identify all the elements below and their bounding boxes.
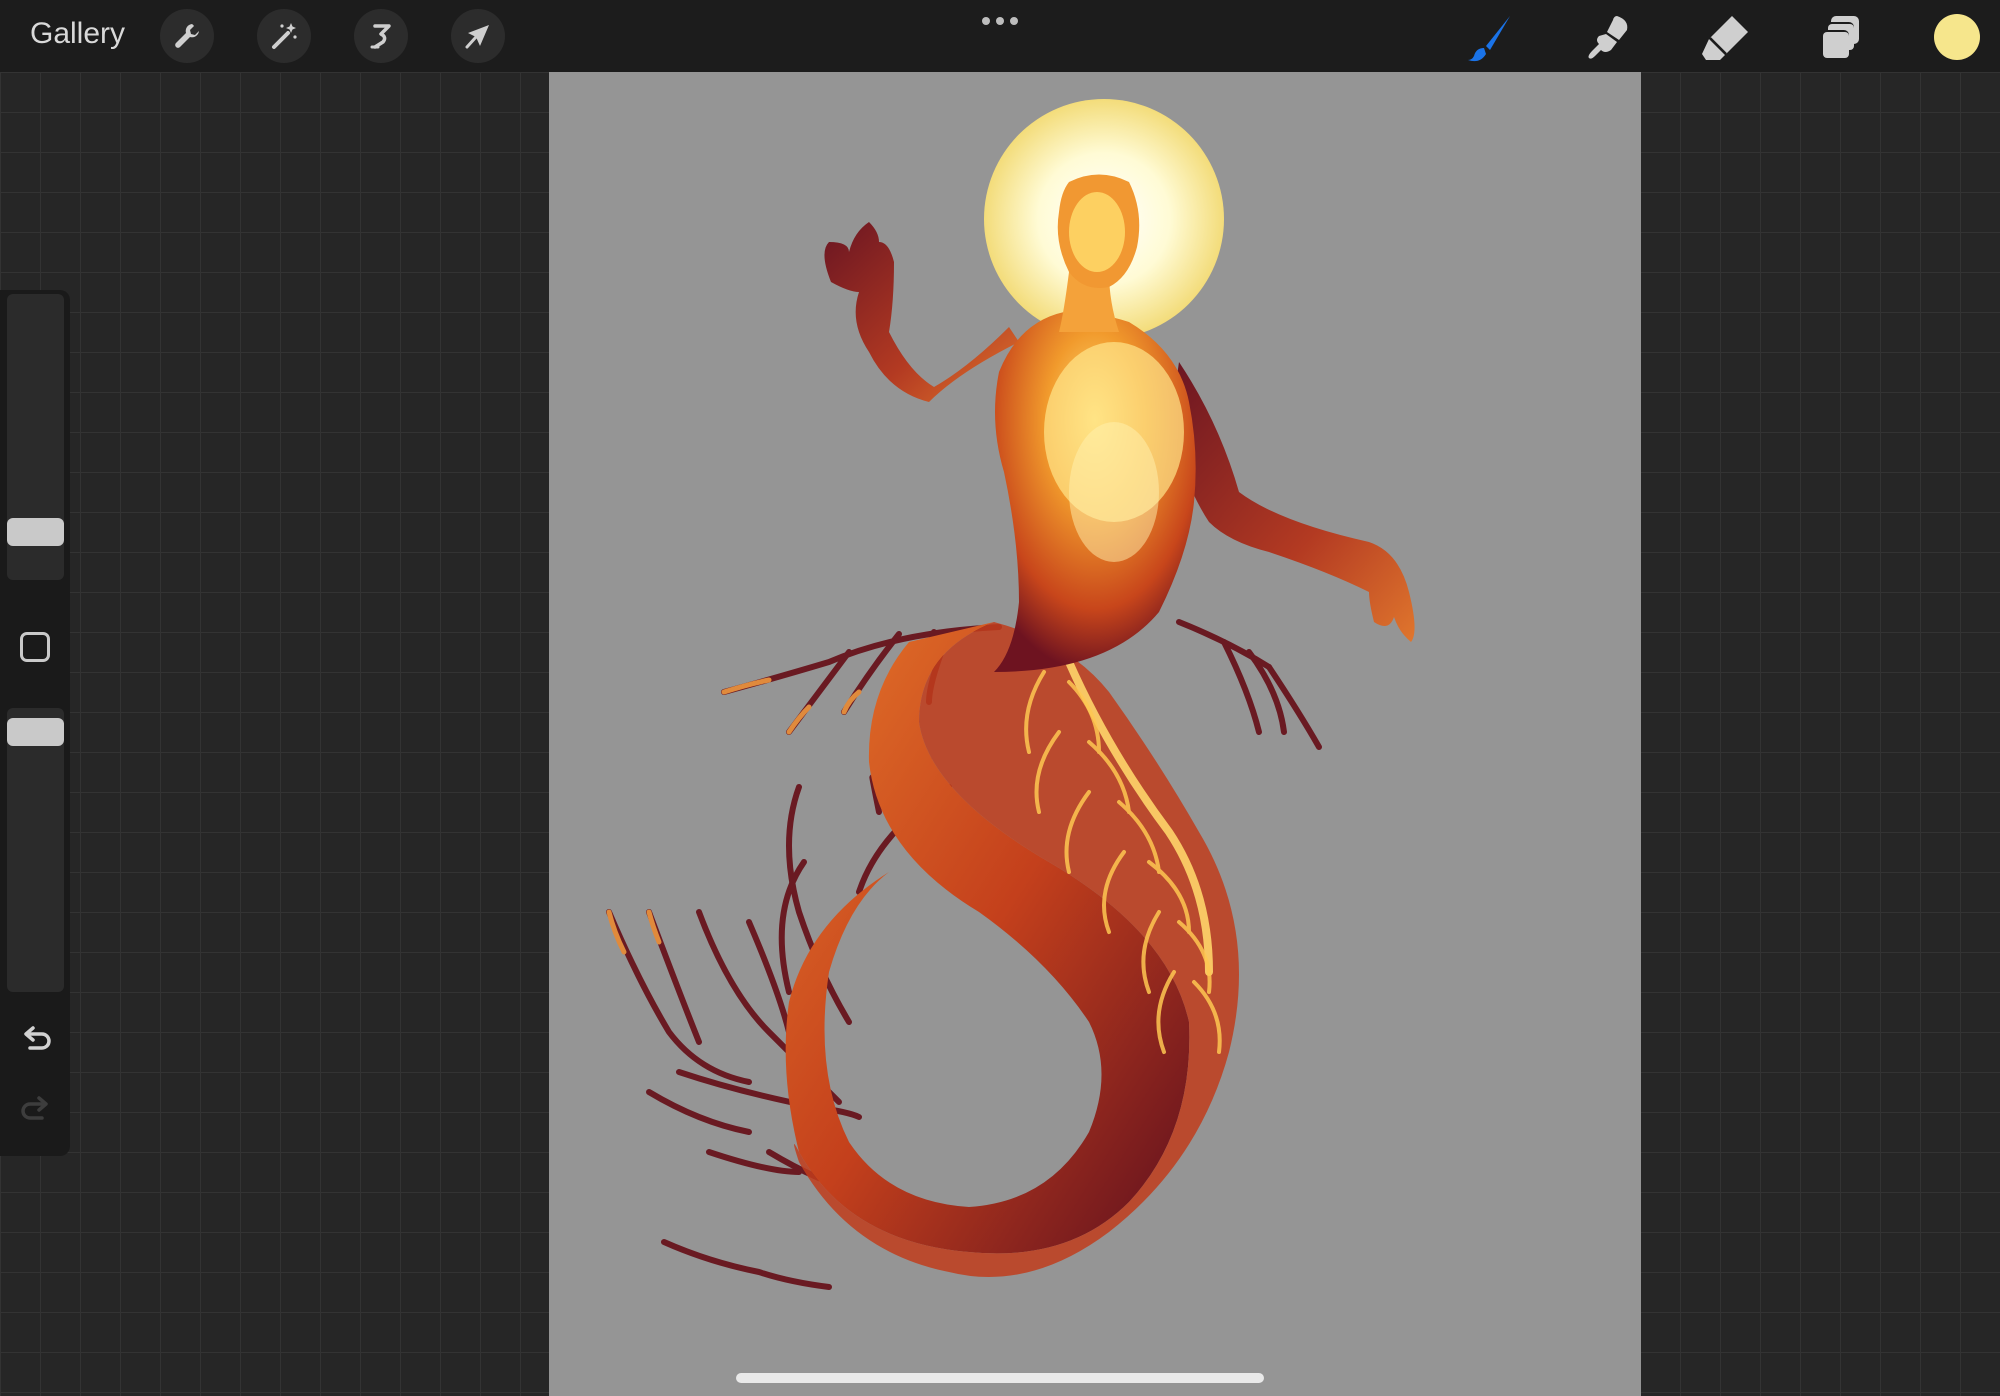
redo-icon xyxy=(21,1096,48,1120)
opacity-thumb[interactable] xyxy=(7,718,64,746)
smudge-icon xyxy=(1588,16,1628,59)
magic-wand-icon xyxy=(272,23,297,49)
undo-button[interactable] xyxy=(16,1020,56,1060)
modify-button[interactable] xyxy=(20,632,50,662)
artwork-illustration xyxy=(549,72,1641,1396)
adjustments-button[interactable] xyxy=(257,9,311,63)
transform-arrow-icon xyxy=(465,25,489,49)
undo-icon xyxy=(24,1026,51,1050)
drawing-canvas[interactable] xyxy=(549,72,1641,1396)
selection-button[interactable] xyxy=(354,9,408,63)
opacity-slider[interactable] xyxy=(7,708,64,992)
gallery-button[interactable]: Gallery xyxy=(30,17,125,51)
more-options-icon[interactable] xyxy=(980,14,1020,32)
eraser-icon xyxy=(1702,16,1748,60)
brush-size-thumb[interactable] xyxy=(7,518,64,546)
smudge-button[interactable] xyxy=(1581,10,1635,64)
left-sidebar xyxy=(0,290,70,1156)
layers-button[interactable] xyxy=(1815,10,1869,64)
home-indicator xyxy=(736,1373,1264,1383)
redo-button[interactable] xyxy=(16,1090,56,1130)
color-picker-button[interactable] xyxy=(1934,14,1980,60)
wrench-icon xyxy=(175,24,199,48)
selection-icon xyxy=(370,24,391,49)
erase-button[interactable] xyxy=(1698,10,1752,64)
actions-button[interactable] xyxy=(160,9,214,63)
transform-button[interactable] xyxy=(451,9,505,63)
paint-button[interactable] xyxy=(1464,10,1518,64)
brush-icon xyxy=(1468,16,1510,62)
layers-icon xyxy=(1821,16,1859,58)
top-toolbar: Gallery xyxy=(0,0,2000,72)
